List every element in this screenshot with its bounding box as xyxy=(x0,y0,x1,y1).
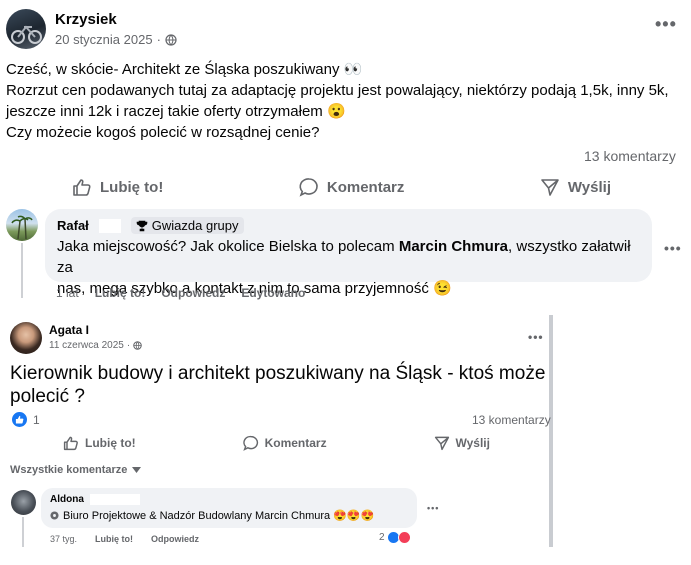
send-icon xyxy=(434,436,449,451)
like-button[interactable]: Lubię to! xyxy=(72,172,163,202)
shared-action-bar: Lubię to! Komentarz Wyślij xyxy=(0,435,550,451)
globe-icon xyxy=(133,341,142,350)
reply-bubble: Aldona Biuro Projektowe & Nadzór Budowla… xyxy=(41,488,417,528)
comment-actions: 1 lat Lubię to! Odpowiedz Edytowano xyxy=(56,286,305,300)
comment-text-part: Jaka miejscowość? Jak okolice Bielska to… xyxy=(57,238,399,255)
thumbs-up-icon xyxy=(63,436,78,451)
shared-reactions-count: 1 xyxy=(33,412,40,427)
like-label: Lubię to! xyxy=(100,178,164,196)
mentioned-name-link[interactable]: Marcin Chmura xyxy=(399,238,508,255)
post-date[interactable]: 20 stycznia 2025 xyxy=(55,32,153,47)
comment-bubble-icon xyxy=(299,178,318,197)
shared-reactions: 1 xyxy=(12,412,40,427)
shared-more-options-icon: ••• xyxy=(528,330,544,344)
comment-reply-button[interactable]: Odpowiedz xyxy=(161,286,225,300)
comment-label: Komentarz xyxy=(326,178,405,196)
embedded-post-border xyxy=(549,315,553,547)
globe-icon xyxy=(165,33,177,46)
author-avatar[interactable] xyxy=(6,9,46,49)
share-label: Wyślij xyxy=(567,178,611,196)
reply-author-avatar xyxy=(11,490,36,515)
thread-line xyxy=(22,517,24,547)
share-label: Wyślij xyxy=(455,436,490,450)
page-tag-icon xyxy=(50,511,59,520)
reply-reactions: 2 xyxy=(379,531,411,544)
reply-reply-button: Odpowiedz xyxy=(151,534,200,544)
post-text-line: jeszcze inni 12k i raczej takie oferty o… xyxy=(6,103,346,120)
meta-separator: · xyxy=(156,32,161,47)
post-text-line: Cześć, w skócie- Architekt ze Śląska pos… xyxy=(6,61,363,78)
thumbs-up-icon xyxy=(73,179,91,196)
comment-more-options-icon[interactable]: ••• xyxy=(664,240,682,256)
send-icon xyxy=(541,179,559,196)
palm-photo-icon xyxy=(11,215,33,240)
shared-title-line: Kierownik budowy i architekt poszukiwany… xyxy=(10,363,546,384)
reply-reactions-count: 2 xyxy=(379,532,385,543)
comment-time[interactable]: 1 lat xyxy=(56,286,79,300)
reply-actions: 37 tyg. Lubię to! Odpowiedz xyxy=(50,534,199,544)
comment-author-name[interactable]: Rafał xyxy=(57,218,89,233)
post-comments-count[interactable]: 13 komentarzy xyxy=(584,148,676,164)
shared-author-avatar xyxy=(10,322,42,354)
comment-bubble: Rafał Gwiazda grupy Jaka miejscowość? Ja… xyxy=(45,209,652,297)
comment-header: Rafał Gwiazda grupy xyxy=(57,217,244,234)
post-meta: 20 stycznia 2025 · xyxy=(55,32,177,47)
reply-author-name: Aldona xyxy=(50,494,84,505)
comment-label: Komentarz xyxy=(264,436,327,450)
post-text-line: Czy możecie kogoś polecić w rozsądnej ce… xyxy=(6,124,320,141)
shared-post-meta: 11 czerwca 2025 · xyxy=(49,340,142,351)
all-comments-label: Wszystkie komentarze xyxy=(10,464,128,476)
reply-text: Biuro Projektowe & Nadzór Budowlany Marc… xyxy=(63,510,375,522)
shared-like-button: Lubię to! xyxy=(63,435,136,451)
caret-down-icon xyxy=(132,467,142,473)
reply-more-options-icon: ••• xyxy=(427,503,440,513)
motorcycle-photo-icon xyxy=(11,25,42,44)
shared-comments-count: 13 komentarzy xyxy=(472,413,551,427)
comment-text-line: Jaka miejscowość? Jak okolice Bielska to… xyxy=(57,236,647,278)
reply-time: 37 tyg. xyxy=(50,534,78,544)
post-text-line: Rozrzut cen podawanych tutaj za adaptacj… xyxy=(6,82,669,99)
badge-label: Gwiazda grupy xyxy=(151,218,239,233)
comment-button[interactable]: Komentarz xyxy=(299,172,405,202)
shared-post-title: Kierownik budowy i architekt poszukiwany… xyxy=(10,362,550,408)
like-reaction-icon xyxy=(12,412,27,427)
shared-author-name: Agata I xyxy=(49,323,90,337)
comment-like-button[interactable]: Lubię to! xyxy=(95,286,146,300)
love-reaction-icon xyxy=(397,531,411,544)
author-name-redacted xyxy=(89,494,140,505)
embedded-post-image[interactable]: Agata I 11 czerwca 2025 · ••• Kierownik … xyxy=(0,315,556,555)
meta-separator: · xyxy=(126,340,131,351)
trophy-icon xyxy=(136,220,148,231)
shared-comment-button: Komentarz xyxy=(242,435,327,451)
comment-bubble-icon xyxy=(242,435,258,451)
shared-title-line: polecić ? xyxy=(10,386,85,407)
post-more-options-icon[interactable]: ••• xyxy=(655,15,677,33)
thread-line xyxy=(21,243,23,298)
comment-edited-label: Edytowano xyxy=(241,286,306,300)
reply-header: Aldona xyxy=(50,494,140,505)
post-author-name[interactable]: Krzysiek xyxy=(55,11,117,28)
like-label: Lubię to! xyxy=(85,436,136,450)
author-name-redacted xyxy=(98,218,121,233)
all-comments-filter: Wszystkie komentarze xyxy=(10,464,142,476)
post-action-bar: Lubię to! Komentarz Wyślij xyxy=(0,172,691,202)
shared-share-button: Wyślij xyxy=(434,435,490,451)
shared-post-date: 11 czerwca 2025 xyxy=(49,340,124,351)
commenter-avatar[interactable] xyxy=(6,209,38,241)
reply-like-button: Lubię to! xyxy=(95,534,134,544)
reply-text-row: Biuro Projektowe & Nadzór Budowlany Marc… xyxy=(50,509,374,522)
share-button[interactable]: Wyślij xyxy=(540,172,611,202)
group-star-badge[interactable]: Gwiazda grupy xyxy=(130,217,244,234)
post-text: Cześć, w skócie- Architekt ze Śląska pos… xyxy=(6,59,686,143)
